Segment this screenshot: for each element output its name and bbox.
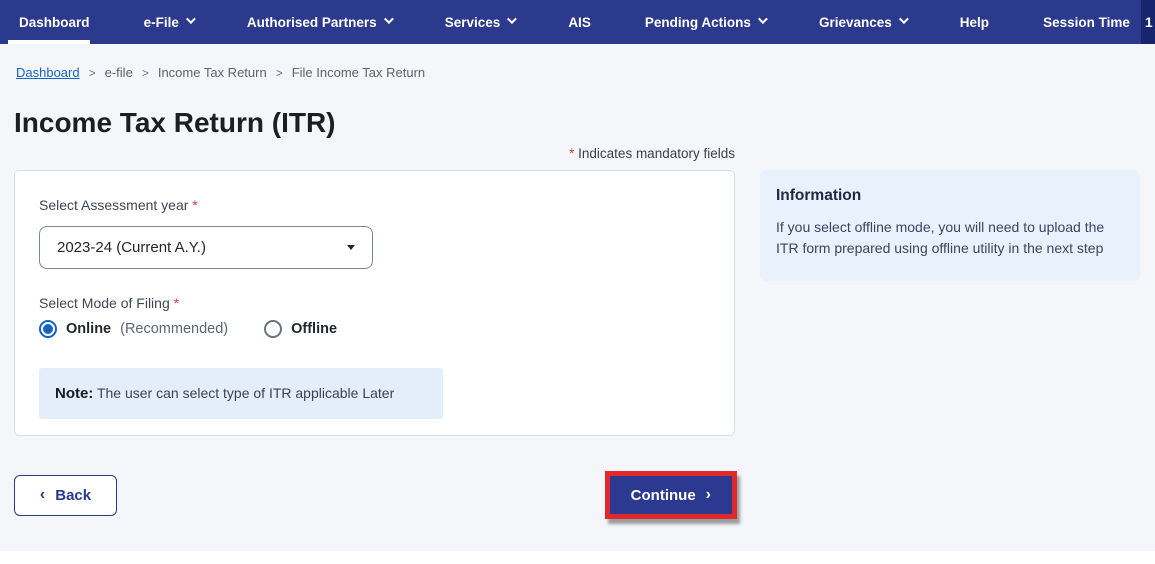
nav-item-label: Services [444,14,501,30]
breadcrumb-e-file[interactable]: e-file [105,65,133,80]
chevron-down-icon [898,14,909,25]
nav-item-services[interactable]: Services [444,0,518,44]
required-asterisk: * [192,197,198,213]
note-box: Note: The user can select type of ITR ap… [39,368,443,419]
breadcrumb-separator: > [275,65,283,80]
content-row: Select Assessment year * 2023-24 (Curren… [14,170,1155,436]
mandatory-fields-hint: * Indicates mandatory fields [14,146,735,161]
note-text: The user can select type of ITR applicab… [96,385,395,401]
breadcrumb-separator: > [141,65,149,80]
nav-item-label: Pending Actions [644,14,751,30]
nav-item-label: Authorised Partners [246,14,377,30]
mode-of-filing-label: Select Mode of Filing * [39,295,710,311]
dropdown-caret-icon [347,245,355,250]
breadcrumb-separator: > [88,65,96,80]
information-panel: Information If you select offline mode, … [760,170,1140,281]
nav-item-label: e-File [143,14,179,30]
breadcrumb: Dashboard > e-file > Income Tax Return >… [0,44,1155,80]
nav-item-label: AIS [568,14,591,30]
session-timer-value: 1 [1144,14,1153,30]
session-time: Session Time 1 [1043,0,1155,44]
chevron-down-icon [185,14,196,25]
continue-highlight-box: Continue › [604,471,737,519]
back-button-label: Back [55,486,92,504]
radio-online[interactable]: Online (Recommended) [39,320,228,338]
assessment-year-value: 2023-24 (Current A.Y.) [57,239,206,256]
chevron-right-icon: › [705,486,711,503]
nav-item-dashboard[interactable]: Dashboard [19,0,90,44]
breadcrumb-file-income-tax-return: File Income Tax Return [291,65,426,80]
radio-unselected-icon [264,320,283,338]
page-title: Income Tax Return (ITR) [14,107,336,138]
nav-item-help[interactable]: Help [960,0,989,44]
chevron-down-icon [507,14,518,25]
session-time-label: Session Time [1043,14,1130,30]
online-suffix: (Recommended) [120,321,229,337]
nav-item-grievances[interactable]: Grievances [818,0,909,44]
bottom-strip [0,551,1155,564]
mandatory-hint-text: Indicates mandatory fields [578,146,735,161]
note-prefix: Note: [55,385,94,402]
offline-label: Offline [291,321,338,337]
required-asterisk: * [173,295,180,311]
breadcrumb-income-tax-return[interactable]: Income Tax Return [158,65,267,80]
continue-button[interactable]: Continue › [609,476,732,514]
chevron-down-icon [383,14,394,25]
assessment-year-label-text: Select Assessment year [39,197,189,213]
mode-of-filing-label-text: Select Mode of Filing [39,295,170,311]
mode-of-filing-options: Online (Recommended) Offline [39,320,710,338]
chevron-down-icon [757,14,768,25]
information-title: Information [776,187,862,204]
nav-items: Dashboard e-File Authorised Partners Ser… [0,0,1155,44]
nav-item-label: Help [959,14,990,30]
breadcrumb-dashboard[interactable]: Dashboard [16,65,80,80]
nav-item-authorised-partners[interactable]: Authorised Partners [246,0,394,44]
continue-button-label: Continue [630,486,696,504]
session-timer: 1 [1140,0,1155,44]
nav-item-e-file[interactable]: e-File [143,0,196,44]
active-tab-indicator [8,40,90,44]
assessment-year-select[interactable]: 2023-24 (Current A.Y.) [39,226,373,269]
nav-item-ais[interactable]: AIS [568,0,591,44]
radio-selected-icon [39,320,57,338]
radio-offline[interactable]: Offline [264,320,337,338]
chevron-left-icon: ‹ [39,486,46,503]
nav-item-label: Grievances [818,14,892,30]
back-button[interactable]: ‹ Back [14,474,117,516]
online-label: Online [66,321,112,337]
filing-form-card: Select Assessment year * 2023-24 (Curren… [14,170,735,436]
nav-item-label: Dashboard [19,14,90,30]
footer-actions: ‹ Back Continue › [14,471,737,519]
information-body: If you select offline mode, you will nee… [776,219,1105,256]
nav-item-pending-actions[interactable]: Pending Actions [644,0,768,44]
top-navbar: Dashboard e-File Authorised Partners Ser… [0,0,1155,44]
assessment-year-label: Select Assessment year * [39,197,710,213]
required-asterisk: * [569,146,575,161]
